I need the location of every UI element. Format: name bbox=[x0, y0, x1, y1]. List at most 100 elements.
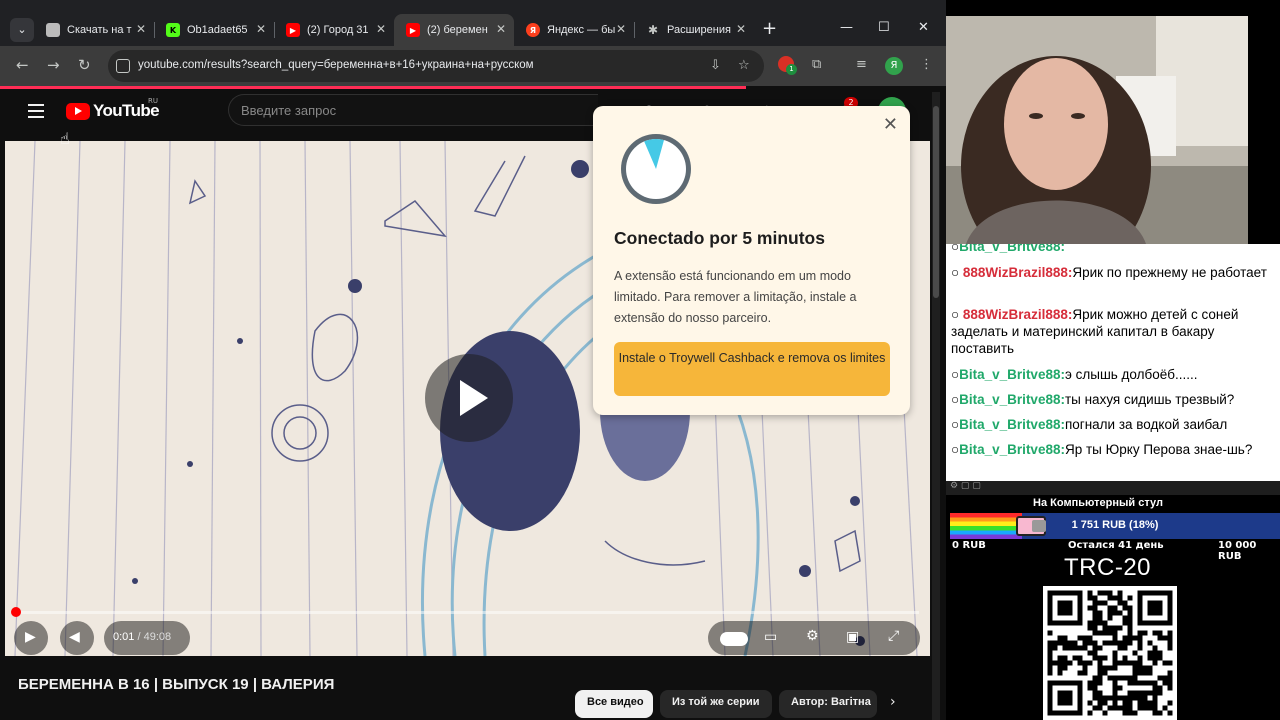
donation-goal-min: 0 RUB bbox=[952, 540, 986, 551]
region-code: RU bbox=[148, 97, 158, 105]
close-tab-icon[interactable]: ✕ bbox=[136, 22, 146, 36]
tab-bar: ⌄ Скачать на т ✕ K Ob1adaet65 ✕ ▶ (2) Го… bbox=[0, 0, 946, 46]
menu-kebab-icon[interactable]: ⋮ bbox=[920, 57, 933, 72]
extension-icon[interactable]: 1 bbox=[778, 56, 797, 75]
subtitles-icon[interactable]: ▭ bbox=[764, 629, 777, 645]
tab-5[interactable]: ✱ Расширения ✕ bbox=[634, 14, 754, 46]
play-button[interactable]: ▶ bbox=[14, 621, 48, 655]
bookmark-star-icon[interactable]: ☆ bbox=[738, 58, 750, 73]
tab-title: Ob1adaet65 bbox=[187, 24, 248, 36]
close-window-icon[interactable]: ✕ bbox=[918, 20, 929, 35]
tab-1[interactable]: K Ob1adaet65 ✕ bbox=[154, 14, 274, 46]
miniplayer-icon[interactable]: ▣ bbox=[846, 629, 859, 645]
address-bar[interactable]: youtube.com/results?search_query=беремен… bbox=[108, 50, 764, 82]
progress-scrubber-handle[interactable] bbox=[11, 607, 21, 617]
chat-footer-strip: ⚙ ▢ ▢ bbox=[946, 481, 1280, 495]
browser-window: ⌄ Скачать на т ✕ K Ob1adaet65 ✕ ▶ (2) Го… bbox=[0, 0, 946, 720]
autoplay-toggle[interactable] bbox=[720, 632, 748, 646]
chat-message: ○Bita_v_Britve88:погнали за водкой заиба… bbox=[951, 416, 1279, 433]
video-time: 0:01 / 49:08 bbox=[113, 631, 171, 643]
chat-username: 888WizBrazil888: bbox=[962, 307, 1073, 322]
hamburger-menu-icon[interactable] bbox=[28, 104, 44, 122]
fullscreen-icon[interactable]: ⤢ bbox=[888, 628, 899, 644]
video-progress-bar[interactable] bbox=[16, 611, 919, 614]
close-tab-icon[interactable]: ✕ bbox=[376, 22, 386, 36]
page-scrollbar[interactable] bbox=[932, 92, 940, 720]
close-tab-icon[interactable]: ✕ bbox=[496, 22, 506, 36]
chat-bullet-icon: ○ bbox=[951, 417, 960, 432]
youtube-logo[interactable]: YouTube RU bbox=[66, 97, 160, 121]
video-title: БЕРЕМЕННА В 16 | ВЫПУСК 19 | ВАЛЕРИЯ bbox=[18, 676, 335, 693]
minimize-icon[interactable]: — bbox=[840, 20, 853, 35]
tab-title: (2) Город 31 bbox=[307, 24, 369, 36]
close-tab-icon[interactable]: ✕ bbox=[256, 22, 266, 36]
chat-username: Bita_v_Britve88: bbox=[959, 367, 1065, 382]
timer-clock-icon bbox=[621, 134, 691, 204]
mute-button[interactable]: ◀ bbox=[60, 621, 94, 655]
wallet-qr-code bbox=[1043, 586, 1177, 720]
youtube-favicon-icon: ▶ bbox=[286, 23, 300, 37]
tab-title: Яндекс — бы bbox=[547, 24, 616, 36]
chat-message: ○Bita_v_Britve88:Яр ты Юрку Перова знае-… bbox=[951, 441, 1279, 458]
wallet-network-label: TRC-20 bbox=[1064, 554, 1152, 581]
webcam-image bbox=[946, 16, 1248, 244]
chip-author[interactable]: Автор: Вагітна bbox=[779, 690, 877, 718]
chat-text: э слышь долбоёб...... bbox=[1064, 367, 1198, 382]
youtube-play-logo-icon bbox=[66, 102, 90, 120]
back-arrow-icon[interactable]: ← bbox=[16, 56, 29, 74]
chat-text: Ярик по прежнему не работает bbox=[1072, 265, 1267, 280]
browser-toolbar: ← → ↻ youtube.com/results?search_query=б… bbox=[0, 46, 946, 86]
time-separator: / bbox=[137, 631, 141, 643]
install-cashback-button[interactable]: Instale o Troywell Cashback e remova os … bbox=[614, 342, 890, 396]
close-tab-icon[interactable]: ✕ bbox=[616, 22, 626, 36]
chat-bullet-icon: ○ bbox=[951, 367, 960, 382]
tab-2[interactable]: ▶ (2) Город 31 ✕ bbox=[274, 14, 394, 46]
site-info-icon[interactable] bbox=[116, 59, 130, 73]
puzzle-favicon-icon: ✱ bbox=[647, 23, 659, 37]
chat-text: Яр ты Юрку Перова знае-шь? bbox=[1064, 442, 1253, 457]
settings-gear-icon[interactable]: ⚙ bbox=[806, 628, 819, 644]
forward-arrow-icon[interactable]: → bbox=[47, 56, 60, 74]
chat-username: Bita_v_Britve88: bbox=[959, 244, 1065, 254]
install-app-icon[interactable]: ⇩ bbox=[710, 58, 721, 73]
scrollbar-thumb[interactable] bbox=[933, 106, 939, 298]
document-favicon-icon bbox=[46, 23, 60, 37]
popup-title: Conectado por 5 minutos bbox=[614, 228, 825, 248]
maximize-icon[interactable]: ☐ bbox=[878, 20, 890, 35]
tab-search-button[interactable]: ⌄ bbox=[10, 18, 34, 42]
tab-3-active[interactable]: ▶ (2) беремен ✕ bbox=[394, 14, 514, 46]
tab-4[interactable]: Я Яндекс — бы ✕ bbox=[514, 14, 634, 46]
tab-title: (2) беремен bbox=[427, 24, 488, 36]
reading-list-icon[interactable]: ≡ bbox=[856, 57, 867, 72]
chat-bullet-icon: ○ bbox=[951, 244, 960, 254]
chat-message: ○Bita_v_Britve88: bbox=[951, 244, 1279, 255]
play-overlay-icon[interactable] bbox=[425, 354, 513, 442]
chat-message: ○Bita_v_Britve88:э слышь долбоёб...... bbox=[951, 366, 1279, 383]
new-tab-icon[interactable]: + bbox=[762, 20, 777, 38]
chip-all-videos[interactable]: Все видео bbox=[575, 690, 653, 718]
chat-bullet-icon: ○ bbox=[951, 307, 963, 322]
donation-goal-fill bbox=[950, 513, 1022, 539]
stream-chat: ○Bita_v_Britve88: ○ 888WizBrazil888:Ярик… bbox=[946, 244, 1280, 481]
chat-username: Bita_v_Britve88: bbox=[959, 417, 1065, 432]
chat-message: ○Bita_v_Britve88:ты нахуя сидишь трезвый… bbox=[951, 391, 1279, 408]
close-tab-icon[interactable]: ✕ bbox=[736, 22, 746, 36]
chips-next-chevron-icon[interactable]: › bbox=[890, 694, 896, 710]
tab-0[interactable]: Скачать на т ✕ bbox=[34, 14, 154, 46]
extension-badge: 1 bbox=[786, 64, 797, 75]
youtube-search-input[interactable]: Введите запрос bbox=[228, 94, 598, 126]
extensions-puzzle-icon[interactable]: ⧉ bbox=[812, 57, 821, 72]
tab-title: Скачать на т bbox=[67, 24, 132, 36]
popup-body: A extensão está funcionando em um modo l… bbox=[614, 269, 857, 325]
url-text[interactable]: youtube.com/results?search_query=беремен… bbox=[138, 59, 534, 71]
chat-message: ○ 888WizBrazil888:Ярик по прежнему не ра… bbox=[951, 264, 1279, 281]
reload-icon[interactable]: ↻ bbox=[78, 56, 91, 74]
chip-same-series[interactable]: Из той же серии bbox=[660, 690, 772, 718]
profile-avatar[interactable]: Я bbox=[885, 57, 903, 75]
chat-bullet-icon: ○ bbox=[951, 392, 960, 407]
close-icon[interactable]: ✕ bbox=[883, 116, 898, 134]
yandex-favicon-icon: Я bbox=[526, 23, 540, 37]
chat-username: Bita_v_Britve88: bbox=[959, 392, 1065, 407]
chat-text: ты нахуя сидишь трезвый? bbox=[1064, 392, 1235, 407]
chat-bullet-icon: ○ bbox=[951, 442, 960, 457]
